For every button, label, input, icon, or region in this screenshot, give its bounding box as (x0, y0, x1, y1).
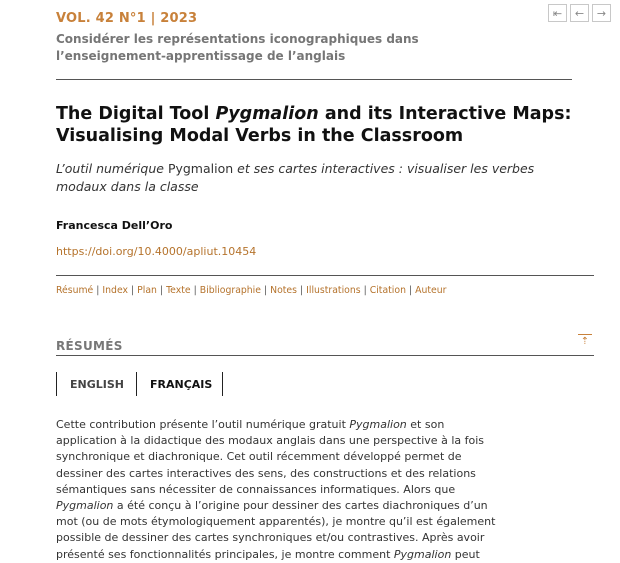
article-page: VOL. 42 N°1 | 2023 Considérer les représ… (0, 0, 620, 561)
meta-divider (56, 275, 594, 276)
toc-link-auteur[interactable]: Auteur (415, 285, 446, 296)
toc-links: Résumé | Index | Plan | Texte | Bibliographie | No… (56, 285, 446, 296)
article-title: The Digital Tool Pygmalion and its Inter… (56, 103, 576, 147)
previous-article-icon[interactable]: ← (570, 4, 589, 22)
alt-title-part-1: L’outil numérique (56, 161, 168, 176)
doi-link[interactable]: https://doi.org/10.4000/apliut.10454 (56, 245, 256, 258)
next-article-icon[interactable]: → (592, 4, 611, 22)
toc-separator: | (363, 285, 367, 296)
first-article-icon[interactable]: ⇤ (548, 4, 567, 22)
alternate-title: L’outil numérique Pygmalion et ses carte… (56, 160, 576, 196)
toc-link-index[interactable]: Index (102, 285, 128, 296)
volume-label[interactable]: VOL. 42 N°1 | 2023 (56, 11, 197, 26)
tab-english[interactable]: ENGLISH (56, 372, 136, 396)
author-name[interactable]: Francesca Dell’Oro (56, 219, 172, 232)
toc-separator: | (96, 285, 100, 296)
toc-link-bibliographie[interactable]: Bibliographie (200, 285, 261, 296)
title-part-1: The Digital Tool (56, 104, 216, 124)
toc-link-plan[interactable]: Plan (137, 285, 157, 296)
toc-link-citation[interactable]: Citation (370, 285, 406, 296)
title-italic: Pygmalion (215, 104, 319, 124)
toc-separator: | (131, 285, 135, 296)
abstract-italic: Pygmalion (56, 499, 114, 513)
resumes-divider (56, 355, 594, 356)
header-divider (56, 79, 572, 80)
article-navigation: ⇤ ← → (548, 4, 611, 22)
alt-title-upright: Pygmalion (167, 161, 234, 176)
toc-link-illustrations[interactable]: Illustrations (306, 285, 360, 296)
abstract-segment: peut (451, 547, 480, 561)
issue-title[interactable]: Considérer les représentations iconograp… (56, 31, 526, 65)
back-to-top-icon[interactable]: ⇡ (578, 334, 592, 348)
toc-separator: | (299, 285, 304, 296)
toc-link-notes[interactable]: Notes (270, 285, 297, 296)
toc-separator: | (193, 285, 197, 296)
abstract-text: Cette contribution présente l’outil numé… (56, 417, 496, 563)
abstract-italic: Pygmalion (349, 418, 407, 431)
toc-link-texte[interactable]: Texte (166, 285, 191, 296)
resumes-heading: RÉSUMÉS (56, 339, 123, 353)
toc-separator: | (408, 285, 413, 296)
tab-francais[interactable]: FRANÇAIS (136, 372, 223, 396)
abstract-segment: Cette contribution présente l’outil numé… (56, 418, 350, 431)
language-tabs: ENGLISH FRANÇAIS (56, 372, 223, 396)
toc-separator: | (263, 285, 268, 296)
abstract-italic: Pygmalion (393, 547, 452, 561)
toc-separator: | (159, 285, 164, 296)
toc-link-resume[interactable]: Résumé (56, 285, 93, 296)
